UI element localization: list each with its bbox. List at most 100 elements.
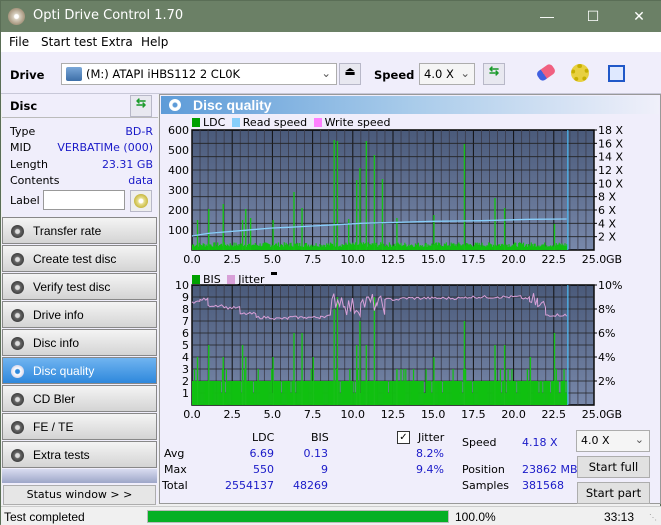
speed-stat-value: 4.18 X xyxy=(522,436,558,449)
ldc-peak-bar xyxy=(245,209,247,250)
y-right-tick-label: 10 X xyxy=(598,177,623,190)
y-right-tick-label: 6 X xyxy=(598,204,616,217)
speed-value: 4.0 X xyxy=(424,67,454,81)
status-bar: Test completed 100.0% 33:13 ⋱ xyxy=(1,506,661,525)
x-tick-label: 17.5 xyxy=(461,408,486,421)
bis-peak-bar xyxy=(529,357,532,405)
nav-create-test-disc[interactable]: Create test disc xyxy=(2,245,157,272)
menu-file[interactable]: File xyxy=(9,35,29,49)
max-label: Max xyxy=(164,463,187,476)
nav-verify-test-disc[interactable]: Verify test disc xyxy=(2,273,157,300)
maximize-button[interactable]: ☐ xyxy=(570,1,616,32)
drive-select[interactable]: (M:) ATAPI iHBS112 2 CL0K ⌄ xyxy=(61,63,337,85)
ldc-peak-bar xyxy=(356,180,358,250)
ldc-chart: 0.0 2.5 5.0 7.5 10.0 12.5 15.0 17.5 20.0 22.5 25.0… xyxy=(168,125,623,266)
drive-value: (M:) ATAPI iHBS112 2 CL0K xyxy=(86,67,241,81)
ldc-peak-bar xyxy=(373,155,376,250)
y-tick-label: 9 xyxy=(182,291,189,304)
y-right-tick-label: 18 X xyxy=(598,125,623,137)
gears-icon xyxy=(571,64,589,82)
y-tick-label: 8 xyxy=(182,303,189,316)
y-tick-label: 5 xyxy=(182,339,189,352)
contents-value: data xyxy=(128,174,153,187)
erase-button[interactable] xyxy=(534,62,557,84)
x-tick-label: 2.5 xyxy=(223,253,241,266)
settings-button[interactable] xyxy=(569,62,591,84)
samples-label: Samples xyxy=(462,479,509,492)
bis-peak-bar xyxy=(333,309,335,405)
bis-peak-bar xyxy=(396,369,398,405)
menu-help[interactable]: Help xyxy=(141,35,168,49)
nav-transfer-rate[interactable]: Transfer rate xyxy=(2,217,157,244)
y-right-tick-label: 16 X xyxy=(598,137,623,150)
eject-icon: ⏏ xyxy=(344,64,356,78)
resize-grip-icon[interactable]: ⋱ xyxy=(649,513,657,522)
type-value: BD-R xyxy=(125,125,153,138)
nav-drive-info[interactable]: Drive info xyxy=(2,301,157,328)
eject-button[interactable]: ⏏ xyxy=(339,63,361,85)
ldc-peak-bar xyxy=(249,218,252,250)
y-tick-label: 400 xyxy=(168,164,189,177)
test-speed-select[interactable]: 4.0 X ⌄ xyxy=(576,430,650,452)
ldc-peak-bar xyxy=(241,220,244,250)
bis-peak-bar xyxy=(553,333,556,405)
start-full-button[interactable]: Start full xyxy=(577,456,650,478)
x-tick-label: 10.0 xyxy=(341,253,366,266)
jitter-label: Jitter xyxy=(418,431,445,444)
label-apply-button[interactable] xyxy=(130,190,152,212)
disc-refresh-button[interactable]: ⇆ xyxy=(130,95,152,117)
y-tick-label: 2 xyxy=(182,375,189,388)
bis-peak-bar xyxy=(245,357,247,405)
x-tick-label: 5.0 xyxy=(264,253,282,266)
nav-disc-quality[interactable]: Disc quality xyxy=(2,357,157,384)
menu-extra[interactable]: Extra xyxy=(101,35,133,49)
y-tick-label: 200 xyxy=(168,204,189,217)
bis-peak-bar xyxy=(196,357,199,405)
y-tick-label: 10 xyxy=(175,280,189,292)
nav-label: Drive info xyxy=(33,308,84,322)
disc-quality-icon xyxy=(169,99,181,111)
ldc-peak-bar xyxy=(433,215,435,250)
length-value: 23.31 GB xyxy=(101,158,153,171)
bis-peak-bar xyxy=(293,333,295,405)
x-tick-label: 2.5 xyxy=(223,408,241,421)
jitter-checkbox[interactable]: ✓ xyxy=(397,431,410,444)
nav-label: Transfer rate xyxy=(33,224,102,238)
y-tick-label: 600 xyxy=(168,125,189,137)
disc-title: Disc xyxy=(10,99,38,113)
chevron-down-icon: ⌄ xyxy=(634,433,644,446)
y-right-tick-label: 8 X xyxy=(598,191,616,204)
disc-info-icon xyxy=(11,337,24,350)
ldc-peak-bar xyxy=(365,141,368,250)
nav-cd-bler[interactable]: CD Bler xyxy=(2,385,157,412)
mid-value: VERBATIMe (000) xyxy=(57,141,153,154)
avg-bis: 0.13 xyxy=(303,447,329,460)
menu-start-test[interactable]: Start test xyxy=(41,35,97,49)
ldc-peak-bar xyxy=(333,140,335,250)
y-tick-label: 4 xyxy=(182,351,189,364)
nav-label: Create test disc xyxy=(33,252,117,266)
save-button[interactable] xyxy=(605,62,627,84)
bis-peak-bar xyxy=(222,357,224,405)
bis-peak-bar xyxy=(494,345,496,405)
avg-jitter: 8.2% xyxy=(416,447,444,460)
bis-peak-bar xyxy=(272,357,274,405)
nav-fe-te[interactable]: FE / TE xyxy=(2,413,157,440)
x-unit-label: GB xyxy=(606,253,622,266)
start-part-button[interactable]: Start part xyxy=(577,482,650,504)
refresh-button[interactable]: ⇆ xyxy=(483,63,505,85)
nav-spacer xyxy=(2,469,157,483)
nav-extra-tests[interactable]: Extra tests xyxy=(2,441,157,468)
stats-area: LDC BIS ✓ Jitter Avg 6.69 0.13 8.2% Max … xyxy=(160,428,660,504)
y-right-tick-label: 4 X xyxy=(598,217,616,230)
close-button[interactable]: ✕ xyxy=(616,1,661,32)
minimize-button[interactable]: — xyxy=(524,1,570,32)
app-window: Opti Drive Control 1.70 — ☐ ✕ File Start… xyxy=(0,0,661,525)
label-input[interactable] xyxy=(43,190,125,210)
x-tick-label: 12.5 xyxy=(381,253,406,266)
disc-icon xyxy=(134,194,148,208)
status-window-button[interactable]: Status window > > xyxy=(3,485,156,505)
nav-disc-info[interactable]: Disc info xyxy=(2,329,157,356)
speed-select[interactable]: 4.0 X ⌄ xyxy=(419,63,475,85)
bis-peak-bar xyxy=(208,345,210,405)
